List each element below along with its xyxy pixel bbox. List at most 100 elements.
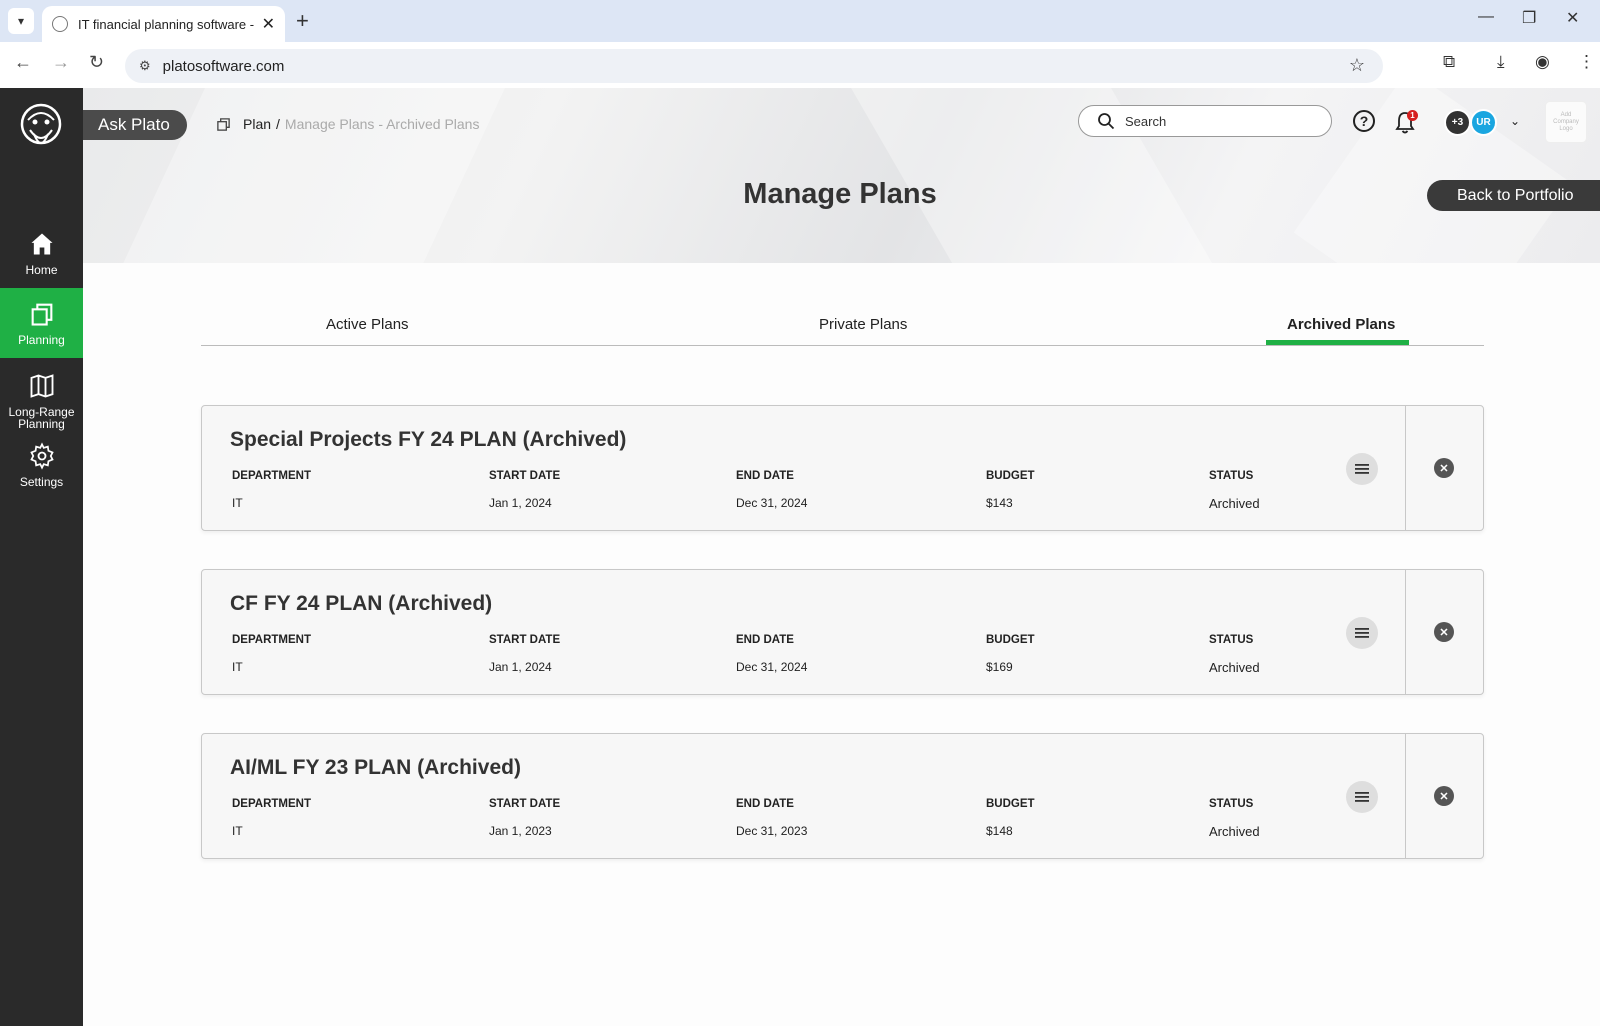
- site-info-icon[interactable]: ⚙: [139, 58, 151, 74]
- department-value: IT: [232, 824, 243, 838]
- end-date-value: Dec 31, 2024: [736, 660, 808, 674]
- department-label: DEPARTMENT: [232, 634, 312, 646]
- start-date-label: START DATE: [489, 634, 561, 646]
- back-icon[interactable]: ←: [14, 52, 32, 73]
- extensions-icon[interactable]: ⧉: [1443, 52, 1455, 72]
- breadcrumb-plan-link[interactable]: Plan: [243, 116, 271, 132]
- start-date-value: Jan 1, 2024: [489, 496, 552, 510]
- sidebar-item-long-range-planning[interactable]: Long-Range Planning: [0, 372, 83, 430]
- end-date-value: Dec 31, 2024: [736, 496, 808, 510]
- plato-logo-icon[interactable]: [18, 98, 64, 156]
- chevron-down-icon: ▾: [17, 14, 25, 28]
- breadcrumb: Plan / Manage Plans - Archived Plans: [216, 116, 479, 132]
- card-divider: [1405, 406, 1406, 530]
- address-bar[interactable]: ⚙ platosoftware.com ☆: [125, 49, 1383, 83]
- tab-active-plans[interactable]: Active Plans: [326, 316, 409, 333]
- status-label: STATUS: [1209, 798, 1254, 810]
- department-label: DEPARTMENT: [232, 798, 312, 810]
- minimize-icon[interactable]: —: [1478, 8, 1494, 26]
- map-icon: [30, 374, 53, 398]
- search-icon: [1098, 113, 1115, 130]
- plan-card[interactable]: CF FY 24 PLAN (Archived) DEPARTMENT STAR…: [201, 569, 1484, 695]
- plan-card[interactable]: Special Projects FY 24 PLAN (Archived) D…: [201, 405, 1484, 531]
- plan-name: CF FY 24 PLAN (Archived): [230, 592, 493, 615]
- sidebar-item-label: Planning: [18, 333, 65, 347]
- notification-badge: 1: [1407, 110, 1418, 121]
- close-tab-icon[interactable]: ✕: [262, 14, 275, 34]
- end-date-label: END DATE: [736, 634, 794, 646]
- close-icon[interactable]: ✕: [1434, 786, 1454, 806]
- browser-tab[interactable]: IT financial planning software - ✕: [42, 6, 285, 42]
- reload-icon[interactable]: ↻: [89, 52, 104, 73]
- status-label: STATUS: [1209, 634, 1254, 646]
- close-window-icon[interactable]: ✕: [1566, 8, 1579, 28]
- page-title: Manage Plans: [743, 178, 937, 210]
- hamburger-icon: [1355, 792, 1369, 802]
- planning-icon: [31, 303, 52, 326]
- end-date-label: END DATE: [736, 798, 794, 810]
- start-date-value: Jan 1, 2024: [489, 660, 552, 674]
- sidebar: Home Planning Long-Range Planning Settin…: [0, 88, 83, 1026]
- tab-title: IT financial planning software -: [78, 16, 255, 32]
- restore-icon[interactable]: ❐: [1522, 8, 1536, 28]
- sidebar-item-planning[interactable]: Planning: [0, 288, 83, 358]
- plan-card[interactable]: AI/ML FY 23 PLAN (Archived) DEPARTMENT S…: [201, 733, 1484, 859]
- avatar-more-count[interactable]: +3: [1444, 109, 1471, 136]
- budget-label: BUDGET: [986, 470, 1035, 482]
- back-to-portfolio-button[interactable]: Back to Portfolio: [1427, 180, 1600, 211]
- company-logo-placeholder[interactable]: Add Company Logo: [1545, 101, 1587, 143]
- search-input[interactable]: Search: [1078, 105, 1332, 137]
- new-tab-icon[interactable]: +: [296, 8, 309, 34]
- tab-search-button[interactable]: ▾: [8, 8, 34, 34]
- department-value: IT: [232, 660, 243, 674]
- budget-value: $148: [986, 824, 1013, 838]
- plan-menu-button[interactable]: [1346, 617, 1378, 649]
- download-icon[interactable]: ⤓: [1497, 52, 1505, 72]
- help-icon[interactable]: ?: [1353, 110, 1375, 132]
- budget-label: BUDGET: [986, 634, 1035, 646]
- search-placeholder: Search: [1125, 113, 1167, 129]
- sidebar-item-home[interactable]: Home: [0, 230, 83, 276]
- more-menu-icon[interactable]: ⋮: [1578, 52, 1595, 72]
- end-date-label: END DATE: [736, 470, 794, 482]
- bookmark-star-icon[interactable]: ☆: [1349, 55, 1365, 76]
- plan-name: Special Projects FY 24 PLAN (Archived): [230, 428, 627, 451]
- browser-tab-strip: ▾ IT financial planning software - ✕ + —…: [0, 0, 1600, 42]
- chevron-down-icon[interactable]: ⌄: [1510, 114, 1520, 128]
- sidebar-item-label: Settings: [19, 475, 64, 489]
- status-value: Archived: [1209, 824, 1260, 839]
- close-icon[interactable]: ✕: [1434, 458, 1454, 478]
- address-toolbar: ← → ↻ ⚙ platosoftware.com ☆ ⧉ ⤓ ◉ ⋮: [0, 42, 1600, 88]
- budget-value: $169: [986, 660, 1013, 674]
- plan-menu-button[interactable]: [1346, 781, 1378, 813]
- ask-plato-button[interactable]: Ask Plato: [83, 110, 187, 140]
- card-divider: [1405, 734, 1406, 858]
- budget-label: BUDGET: [986, 798, 1035, 810]
- planning-icon: [217, 117, 230, 131]
- plan-menu-button[interactable]: [1346, 453, 1378, 485]
- sidebar-item-label: Long-Range Planning: [8, 405, 75, 431]
- breadcrumb-separator: /: [276, 116, 280, 132]
- active-tab-indicator: [1266, 340, 1409, 345]
- department-value: IT: [232, 496, 243, 510]
- start-date-label: START DATE: [489, 470, 561, 482]
- budget-value: $143: [986, 496, 1013, 510]
- tab-archived-plans[interactable]: Archived Plans: [1287, 316, 1395, 333]
- status-value: Archived: [1209, 660, 1260, 675]
- gear-icon: [29, 442, 54, 470]
- plan-name: AI/ML FY 23 PLAN (Archived): [230, 756, 521, 779]
- plan-tabs: Active Plans Private Plans Archived Plan…: [201, 302, 1484, 346]
- card-divider: [1405, 570, 1406, 694]
- forward-icon[interactable]: →: [52, 52, 70, 73]
- avatar[interactable]: UR: [1470, 109, 1497, 136]
- favicon-icon: [52, 16, 68, 32]
- tab-private-plans[interactable]: Private Plans: [819, 316, 907, 333]
- url-text: platosoftware.com: [162, 57, 285, 75]
- sidebar-item-settings[interactable]: Settings: [0, 442, 83, 488]
- home-icon: [31, 233, 52, 255]
- profile-icon[interactable]: ◉: [1535, 52, 1550, 72]
- start-date-value: Jan 1, 2023: [489, 824, 552, 838]
- status-label: STATUS: [1209, 470, 1254, 482]
- department-label: DEPARTMENT: [232, 470, 312, 482]
- close-icon[interactable]: ✕: [1434, 622, 1454, 642]
